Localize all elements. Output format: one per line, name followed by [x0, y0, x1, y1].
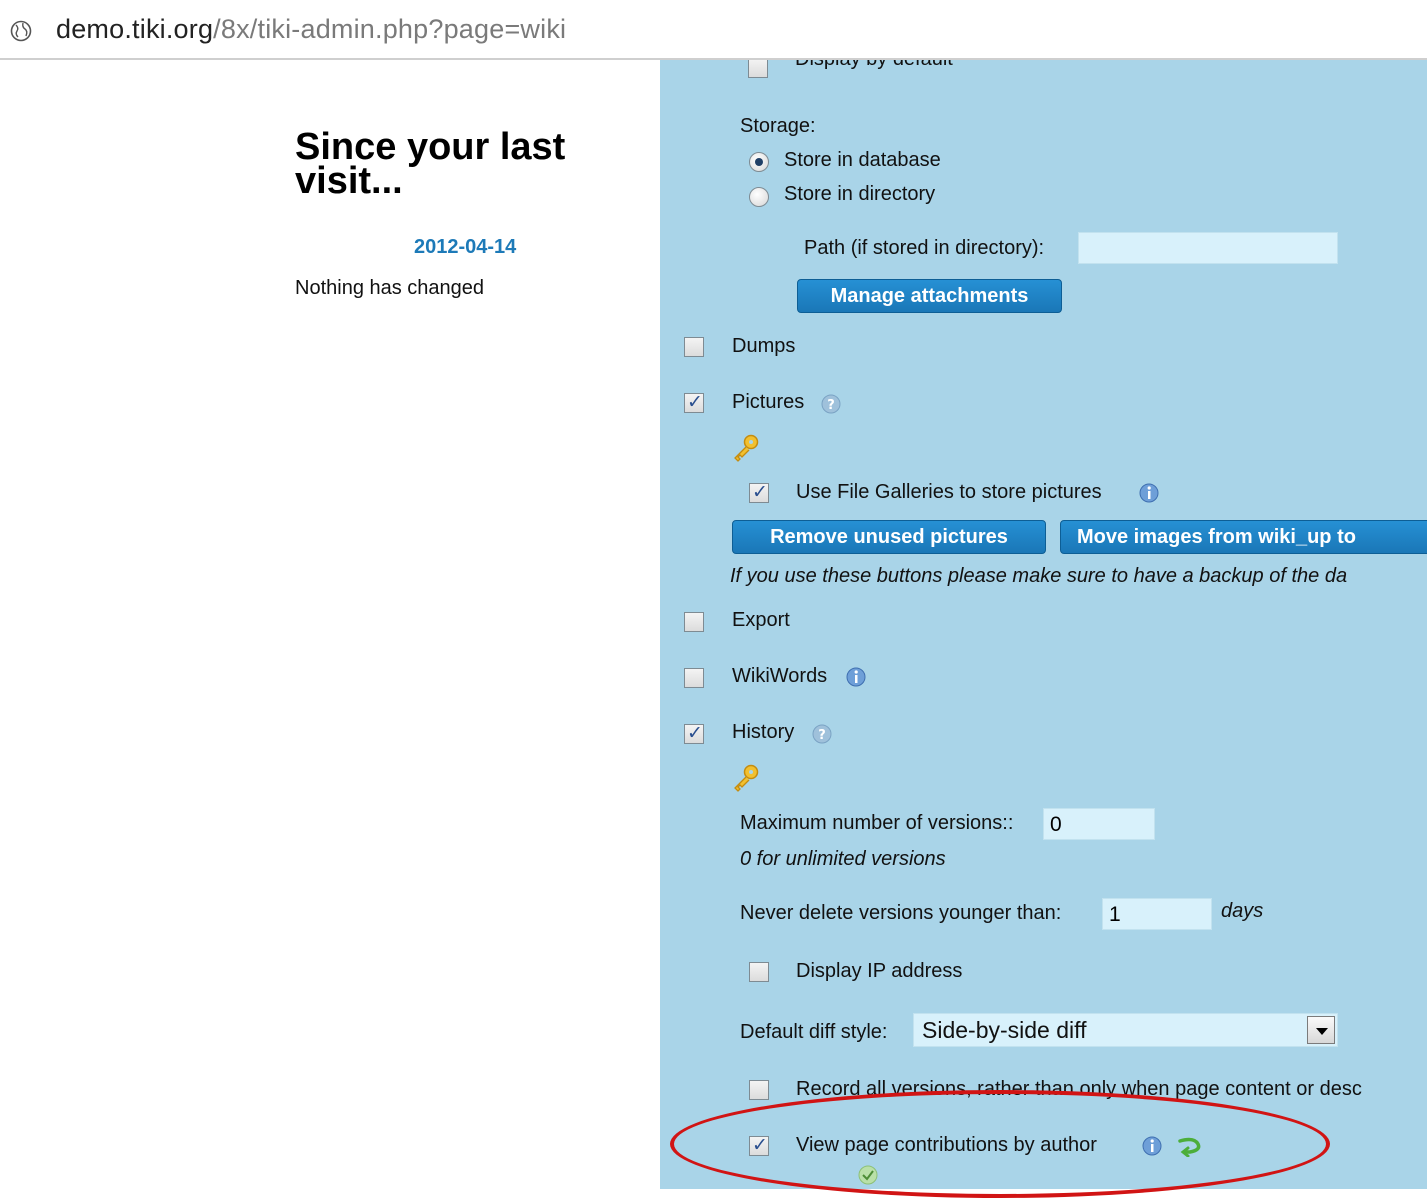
info-icon[interactable] — [845, 666, 867, 688]
max-versions-input[interactable]: 0 — [1043, 808, 1155, 840]
storage-label: Storage: — [740, 115, 816, 137]
left-sidebar — [0, 60, 660, 1189]
max-versions-label: Maximum number of versions:: — [740, 812, 1014, 834]
chevron-down-icon[interactable] — [1307, 1016, 1335, 1044]
wiki-admin-panel: Display by default Storage: Store in dat… — [660, 60, 1427, 1189]
wikiwords-label: WikiWords — [732, 665, 828, 687]
globe-icon — [10, 20, 32, 42]
display-ip-label: Display IP address — [796, 960, 963, 982]
history-checkbox[interactable]: ✓ — [684, 722, 704, 744]
browser-url-bar[interactable]: demo.tiki.org/8x/tiki-admin.php?page=wik… — [0, 0, 1427, 60]
never-delete-input[interactable]: 1 — [1102, 898, 1212, 930]
svg-text:?: ? — [827, 398, 835, 413]
url-text[interactable]: demo.tiki.org/8x/tiki-admin.php?page=wik… — [56, 14, 566, 45]
dumps-checkbox[interactable] — [684, 337, 704, 357]
unlimited-versions-note: 0 for unlimited versions — [740, 848, 946, 870]
diff-style-value: Side-by-side diff — [922, 1017, 1087, 1043]
never-delete-label: Never delete versions younger than: — [740, 902, 1062, 924]
store-in-database-label: Store in database — [784, 149, 941, 171]
store-in-directory-radio[interactable] — [749, 187, 769, 207]
use-file-galleries-label: Use File Galleries to store pictures — [796, 481, 1102, 503]
backup-note: If you use these buttons please make sur… — [730, 565, 1348, 587]
path-input[interactable] — [1078, 232, 1338, 264]
svg-text:?: ? — [818, 728, 826, 743]
pictures-label: Pictures — [732, 391, 805, 413]
diff-style-select[interactable]: Side-by-side diff — [913, 1013, 1338, 1047]
key-icon[interactable] — [731, 763, 761, 793]
info-icon[interactable] — [1138, 482, 1160, 504]
record-all-versions-checkbox[interactable] — [749, 1080, 769, 1100]
remove-unused-pictures-button[interactable]: Remove unused pictures — [732, 520, 1046, 554]
display-by-default-checkbox[interactable] — [748, 60, 768, 78]
help-icon[interactable]: ? — [811, 723, 833, 745]
help-icon[interactable]: ? — [820, 393, 842, 415]
display-by-default-label: Display by default — [795, 60, 953, 71]
use-file-galleries-checkbox[interactable]: ✓ — [749, 481, 769, 503]
highlight-ellipse — [670, 1090, 1330, 1198]
pictures-checkbox[interactable]: ✓ — [684, 391, 704, 413]
since-last-visit-date[interactable]: 2012-04-14 — [414, 236, 516, 259]
move-images-button[interactable]: Move images from wiki_up to — [1060, 520, 1427, 554]
diff-style-label: Default diff style: — [740, 1021, 888, 1043]
dumps-label: Dumps — [732, 335, 796, 357]
path-label: Path (if stored in directory): — [804, 237, 1045, 259]
url-path: /8x/tiki-admin.php?page=wiki — [213, 14, 567, 44]
since-last-visit-title: Since your last visit... — [295, 126, 566, 202]
export-checkbox[interactable] — [684, 612, 704, 632]
key-icon[interactable] — [731, 433, 761, 463]
days-label: days — [1221, 900, 1264, 922]
display-ip-checkbox[interactable] — [749, 962, 769, 982]
history-label: History — [732, 721, 795, 743]
export-label: Export — [732, 609, 790, 631]
wikiwords-checkbox[interactable] — [684, 668, 704, 688]
store-in-directory-label: Store in directory — [784, 183, 936, 205]
store-in-database-radio[interactable] — [749, 152, 769, 172]
since-last-visit-message: Nothing has changed — [295, 277, 485, 299]
url-host: demo.tiki.org — [56, 14, 214, 44]
manage-attachments-button[interactable]: Manage attachments — [797, 279, 1062, 313]
